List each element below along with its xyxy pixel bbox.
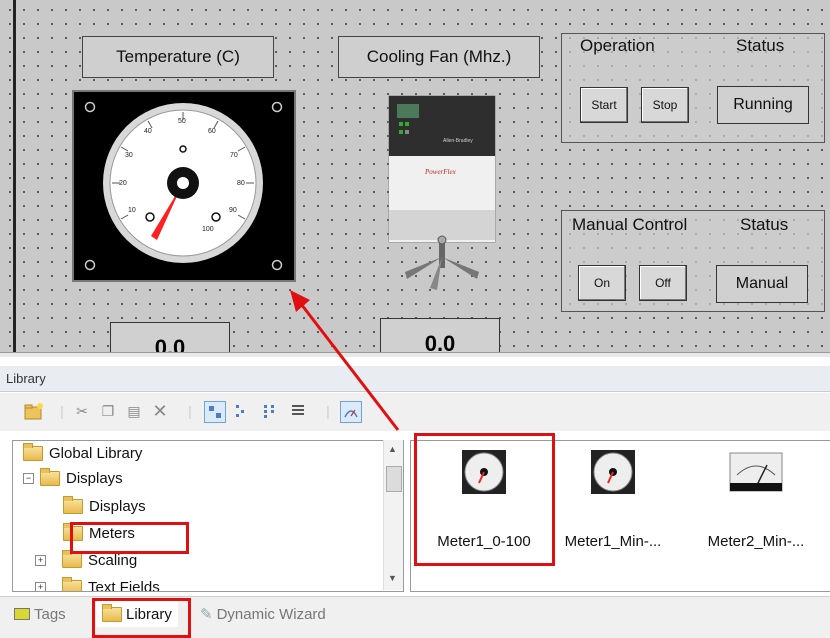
folder-icon [62,550,82,568]
tag-icon [14,608,30,620]
tree-item-scaling[interactable]: + Scaling [35,550,138,569]
operation-status-title: Status [736,36,785,55]
tree-item-label: Global Library [49,445,143,462]
temperature-label[interactable]: Temperature (C) [82,36,274,78]
svg-text:80: 80 [237,180,245,187]
folder-icon [62,577,82,591]
svg-text:60: 60 [208,128,216,135]
library-item-meter2-min[interactable]: Meter2_Min-... [701,449,811,550]
expand-icon[interactable]: + [35,555,46,566]
tree-item-displays[interactable]: − Displays [23,468,123,487]
scroll-up-icon[interactable]: ▲ [388,444,397,454]
tree-scrollbar[interactable]: ▲ ▼ [383,440,403,590]
paste-icon[interactable]: ▤ [124,401,144,421]
meters-highlight-box [70,522,189,554]
library-item-label: Meter1_Min-... [564,533,662,550]
svg-text:PowerFlex: PowerFlex [424,168,457,176]
library-item-meter1-min[interactable]: Meter1_Min-... [563,449,663,550]
cooling-fan-label[interactable]: Cooling Fan (Mhz.) [338,36,540,78]
svg-text:20: 20 [119,180,127,187]
stop-button[interactable]: Stop [641,87,689,123]
tree-item-label: Scaling [88,552,138,569]
tree-item-label: Text Fields [88,579,160,592]
manual-status-title: Status [740,215,789,234]
large-icons-view-icon[interactable] [204,401,226,423]
toolbar-separator-2: | [188,403,192,419]
round-meter-icon [591,450,635,494]
manual-status-display: Manual [716,265,808,303]
svg-text:40: 40 [144,128,152,135]
tree-item-text-fields[interactable]: + Text Fields [35,577,160,592]
cut-icon[interactable]: ✂ [72,401,92,421]
operation-title: Operation [580,36,655,55]
on-button[interactable]: On [578,265,626,301]
tab-tags[interactable]: Tags [8,601,72,627]
small-icons-view-icon[interactable] [232,401,252,421]
copy-icon[interactable]: ❐ [98,401,118,421]
scroll-thumb[interactable] [386,466,402,492]
start-button[interactable]: Start [580,87,628,123]
operation-status-display: Running [717,86,809,124]
folder-icon [63,496,83,514]
manual-control-title: Manual Control [572,215,688,234]
new-folder-icon[interactable] [24,401,44,421]
tree-item-label: Displays [89,498,146,515]
svg-text:100: 100 [202,226,214,233]
tab-label: Dynamic Wizard [216,605,326,623]
collapse-icon[interactable]: − [23,473,34,484]
library-tab-highlight-box [92,598,191,638]
tree-item-label: Displays [66,470,123,487]
tab-dynamic-wizard[interactable]: ✎ Dynamic Wizard [194,601,332,627]
powerflex-drive-image[interactable]: Allen-Bradley PowerFlex [385,92,500,292]
list-view-icon[interactable] [260,401,280,421]
drag-arrow [290,290,400,431]
svg-text:Allen-Bradley: Allen-Bradley [443,138,473,144]
toolbar-separator: | [60,403,64,419]
folder-icon [40,468,60,486]
temperature-gauge[interactable]: 10 20 30 40 50 60 70 80 90 100 [72,90,296,282]
tree-item-displays-child[interactable]: Displays [63,496,146,515]
expand-icon[interactable]: + [35,582,46,591]
svg-text:50: 50 [178,118,186,125]
temperature-numeric-display[interactable]: 0.0 [110,322,230,356]
off-button[interactable]: Off [639,265,687,301]
svg-text:10: 10 [128,207,136,214]
tree-item-global-library[interactable]: Global Library [23,443,143,462]
wizard-icon: ✎ [200,606,213,623]
folder-icon [23,443,43,461]
scroll-down-icon[interactable]: ▼ [388,573,397,583]
svg-text:90: 90 [229,207,237,214]
panel-meter-icon [729,452,783,492]
delete-icon[interactable]: ✕ [150,401,170,421]
canvas-border [13,0,16,356]
tab-label: Tags [34,605,66,623]
library-item-label: Meter2_Min-... [707,533,805,550]
meter-item-highlight-box [414,433,555,566]
svg-text:30: 30 [125,152,133,159]
library-tree[interactable]: Global Library − Displays Displays Meter… [12,440,404,592]
svg-text:70: 70 [230,152,238,159]
